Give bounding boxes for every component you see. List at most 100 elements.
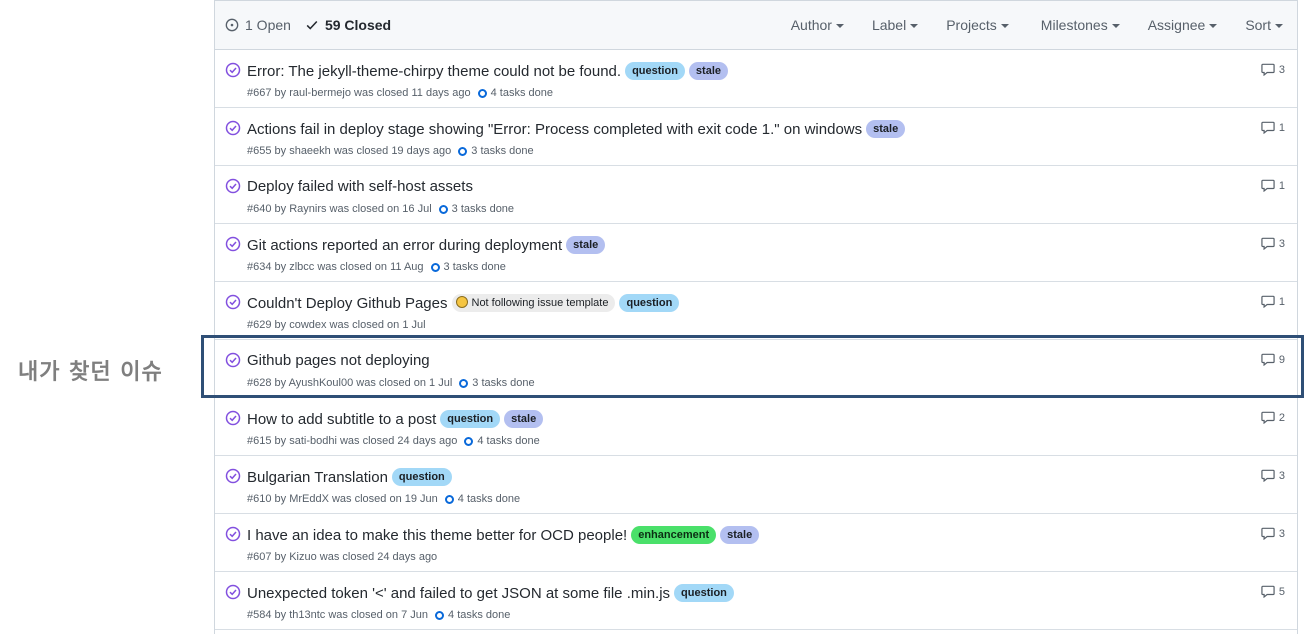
comment-count: 2 [1278, 411, 1285, 424]
issue-label-text: question [398, 471, 445, 483]
issue-title-line: Unexpected token '<' and failed to get J… [247, 584, 734, 602]
task-progress-text: 4 tasks done [457, 493, 521, 505]
issue-title-link[interactable]: Unexpected token '<' and failed to get J… [247, 585, 670, 602]
issue-row[interactable]: Bulgarian Translation question #610 by M… [215, 456, 1297, 514]
issue-closed-icon [225, 410, 241, 426]
caret-down-icon [1111, 24, 1120, 28]
comment-icon [1261, 527, 1275, 540]
issue-meta-text: #615 by sati-bodhi was closed 24 days ag… [247, 435, 458, 447]
check-icon [306, 20, 318, 30]
comment-count-link[interactable]: 3 [1261, 527, 1285, 540]
issue-label[interactable]: question [391, 468, 452, 486]
issue-row[interactable]: I have an idea to make this theme better… [215, 514, 1297, 572]
task-progress-icon [430, 262, 440, 272]
task-progress[interactable]: 4 tasks done [477, 87, 553, 99]
issue-title-link[interactable]: Couldn't Deploy Github Pages [247, 295, 448, 312]
task-progress-text: 4 tasks done [490, 87, 553, 99]
author-filter[interactable]: Author [791, 17, 844, 33]
issues-list-header: 1 Open 59 Closed Author Label Projects M… [215, 0, 1297, 50]
issue-row[interactable]: How to add subtitle to a post question st… [215, 398, 1297, 456]
caret-down-icon [1275, 24, 1283, 28]
issue-title-link[interactable]: I have an idea to make this theme better… [247, 527, 627, 544]
issue-meta: #615 by sati-bodhi was closed 24 days ag… [247, 435, 540, 447]
comment-count: 3 [1278, 237, 1285, 250]
issue-open-icon [225, 18, 239, 32]
assignee-filter-label: Assignee [1147, 17, 1206, 33]
issue-label[interactable]: question [619, 294, 680, 312]
issue-meta-text: #629 by cowdex was closed on 1 Jul [247, 319, 426, 331]
issue-label[interactable]: question [440, 410, 501, 428]
issue-meta: #607 by Kizuo was closed 24 days ago [247, 551, 437, 563]
sort-dropdown[interactable]: Sort [1245, 17, 1283, 33]
confused-face-icon [455, 296, 468, 308]
issue-label-text: enhancement [638, 529, 710, 541]
issue-closed-icon [225, 120, 241, 136]
closed-issues-filter[interactable]: 59 Closed [305, 17, 391, 33]
issue-row[interactable]: Unexpected token '<' and failed to get J… [215, 572, 1297, 630]
issue-label[interactable]: question [625, 62, 685, 80]
issue-label[interactable]: stale [566, 236, 606, 254]
sort-label: Sort [1245, 17, 1271, 33]
issue-title-line: Deploy failed with self-host assets [247, 178, 473, 195]
issue-closed-icon [225, 526, 241, 542]
issue-title-link[interactable]: Git actions reported an error during dep… [247, 237, 562, 254]
issue-meta-text: #655 by shaeekh was closed 19 days ago [247, 145, 452, 157]
label-filter[interactable]: Label [872, 17, 919, 33]
task-progress[interactable]: 4 tasks done [444, 493, 521, 505]
comment-count-link[interactable]: 2 [1261, 411, 1285, 424]
comment-count-link[interactable]: 1 [1261, 179, 1285, 192]
issue-title-line: Error: The jekyll-theme-chirpy theme cou… [247, 62, 728, 80]
comment-icon [1261, 121, 1275, 134]
task-progress[interactable]: 4 tasks done [464, 435, 540, 447]
comment-icon [1261, 295, 1275, 308]
issue-title-link[interactable]: Bulgarian Translation [247, 469, 388, 486]
issue-title-link[interactable]: Actions fail in deploy stage showing "Er… [247, 121, 862, 138]
issue-meta-text: #610 by MrEddX was closed on 19 Jun [247, 493, 438, 505]
milestones-filter-label: Milestones [1040, 17, 1108, 33]
comment-count: 3 [1278, 527, 1285, 540]
task-progress-icon [435, 610, 445, 620]
issue-title-link[interactable]: Error: The jekyll-theme-chirpy theme cou… [247, 63, 621, 80]
issue-row[interactable]: Actions fail in deploy stage showing "Er… [215, 108, 1297, 166]
task-progress[interactable]: 4 tasks done [435, 609, 510, 621]
task-progress[interactable]: 3 tasks done [438, 203, 514, 215]
issue-row[interactable]: Deploy failed with self-host assets #640… [215, 166, 1297, 224]
issue-row[interactable]: Error: The jekyll-theme-chirpy theme cou… [215, 50, 1297, 108]
issue-label[interactable]: question [674, 584, 734, 602]
task-progress-text: 4 tasks done [477, 435, 540, 447]
issue-label[interactable]: stale [504, 410, 544, 428]
issue-row[interactable]: Couldn't Deploy Github Pages Not followi… [215, 282, 1297, 340]
task-progress-icon [464, 436, 474, 446]
issue-label[interactable]: stale [688, 62, 728, 80]
closed-count-label: 59 Closed [324, 17, 392, 33]
issue-meta-text: #607 by Kizuo was closed 24 days ago [247, 551, 438, 563]
issue-title-link[interactable]: How to add subtitle to a post [247, 411, 436, 428]
comment-count-link[interactable]: 1 [1261, 295, 1285, 308]
projects-filter[interactable]: Projects [946, 17, 1009, 33]
comment-count-link[interactable]: 3 [1261, 237, 1285, 250]
comment-count-link[interactable]: 3 [1261, 469, 1285, 482]
annotation-highlight-box [201, 335, 1304, 398]
task-progress[interactable]: 3 tasks done [430, 261, 506, 273]
caret-down-icon [835, 24, 844, 28]
issue-closed-icon [225, 62, 241, 78]
issue-title-line: Git actions reported an error during dep… [247, 236, 606, 254]
issue-meta-text: #634 by zlbcc was closed on 11 Aug [247, 261, 424, 273]
issue-label[interactable]: stale [720, 526, 760, 544]
issue-closed-icon [225, 178, 241, 194]
task-progress[interactable]: 3 tasks done [458, 145, 534, 157]
comment-count: 1 [1278, 295, 1285, 308]
issue-label[interactable]: stale [866, 120, 906, 138]
issues-panel: 1 Open 59 Closed Author Label Projects M… [214, 0, 1298, 634]
issue-label[interactable]: Not following issue template [451, 294, 616, 312]
open-issues-filter[interactable]: 1 Open [225, 17, 291, 33]
comment-count-link[interactable]: 3 [1261, 63, 1285, 76]
comment-count-link[interactable]: 5 [1261, 585, 1285, 598]
comment-count-link[interactable]: 1 [1261, 121, 1285, 134]
issue-title-link[interactable]: Deploy failed with self-host assets [247, 178, 473, 195]
annotation-label: 내가 찾던 이슈 [18, 360, 163, 385]
issue-label[interactable]: enhancement [631, 526, 717, 544]
assignee-filter[interactable]: Assignee [1148, 17, 1218, 33]
issue-row[interactable]: Git actions reported an error during dep… [215, 224, 1297, 282]
milestones-filter[interactable]: Milestones [1041, 17, 1120, 33]
